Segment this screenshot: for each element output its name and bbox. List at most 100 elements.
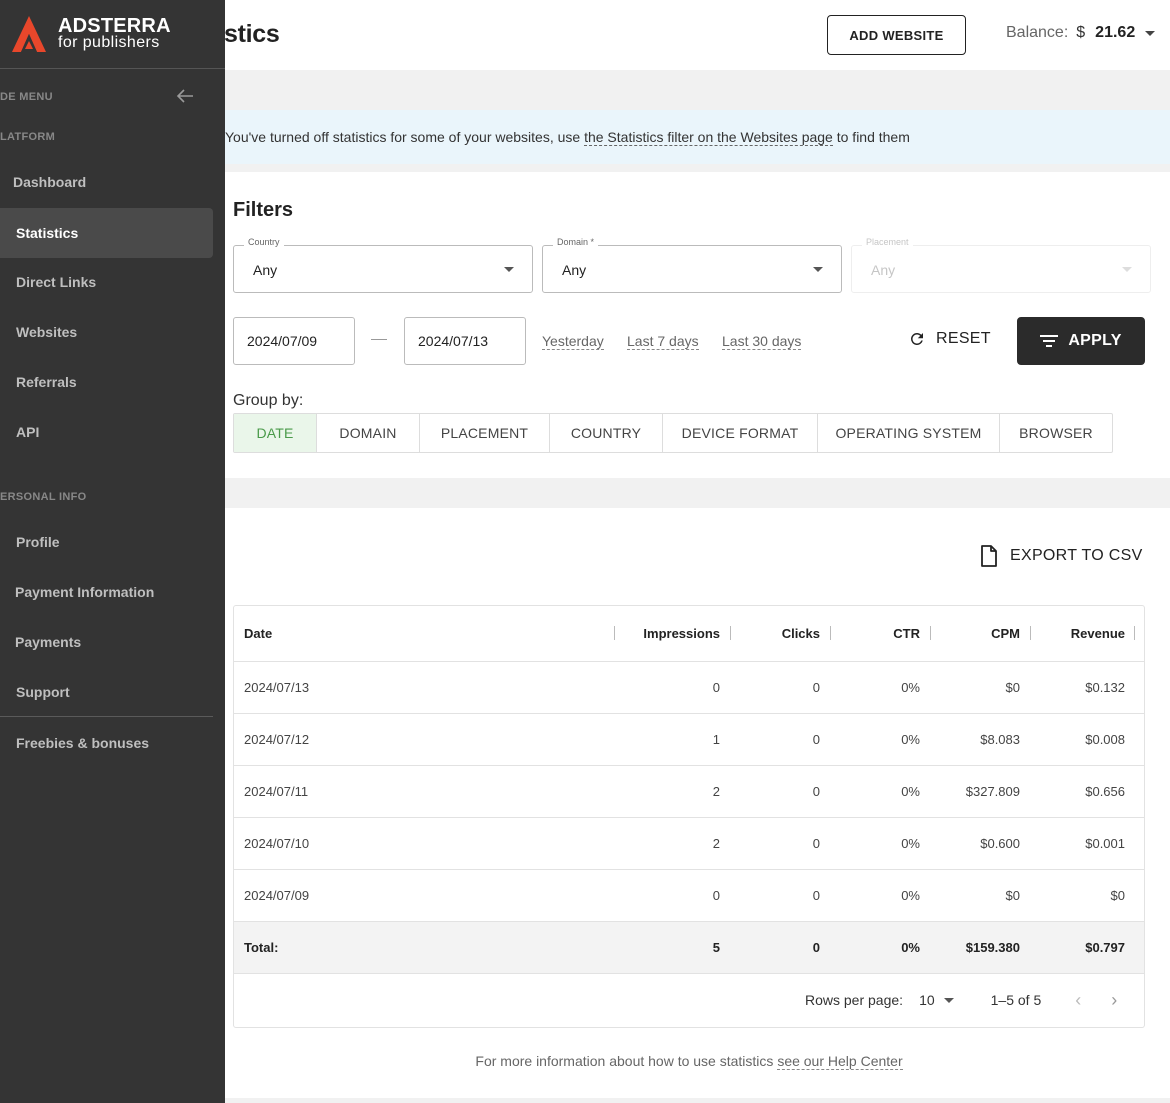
group-browser[interactable]: BROWSER <box>1000 414 1112 452</box>
column-impressions[interactable]: Impressions <box>615 626 731 641</box>
pagination-range: 1–5 of 5 <box>990 992 1042 1008</box>
dropdown-arrow-icon <box>1122 267 1132 272</box>
apply-label: APPLY <box>1068 332 1122 349</box>
domain-value: Any <box>562 262 587 278</box>
placement-label: Placement <box>862 237 913 247</box>
column-revenue[interactable]: Revenue <box>1030 626 1135 641</box>
cell-cpm: $0.600 <box>980 836 1020 851</box>
balance-amount: 21.62 <box>1095 24 1136 41</box>
date-to-input[interactable]: 2024/07/13 <box>404 317 526 365</box>
arrow-left-icon[interactable] <box>176 86 194 106</box>
rows-per-page-label: Rows per page: <box>805 992 904 1008</box>
cell-ctr: 0% <box>901 784 920 799</box>
sidebar-item-profile[interactable]: Profile <box>0 517 213 567</box>
group-domain[interactable]: DOMAIN <box>317 414 420 452</box>
group-placement[interactable]: PLACEMENT <box>420 414 550 452</box>
sidebar-item-api[interactable]: API <box>0 407 213 457</box>
cell-impressions: 2 <box>712 836 720 851</box>
divider <box>0 68 225 69</box>
sidebar: ADSTERRA for publishers DE MENU LATFORM … <box>0 0 225 1103</box>
notice-text: You've turned off statistics for some of… <box>225 129 585 145</box>
domain-label: Domain * <box>553 237 599 247</box>
export-csv-button[interactable]: EXPORT TO CSV <box>980 545 1143 567</box>
statistics-notice: You've turned off statistics for some of… <box>224 110 1170 164</box>
chevron-left-icon[interactable]: ‹ <box>1075 990 1081 1011</box>
help-text: For more information about how to use st… <box>224 1053 1154 1070</box>
table-total-row: Total: 5 0 0% $159.380 $0.797 <box>234 922 1144 974</box>
cell-impressions: 2 <box>712 784 720 799</box>
quick-last-7-days[interactable]: Last 7 days <box>627 333 699 350</box>
column-date[interactable]: Date <box>234 626 615 641</box>
filters-title: Filters <box>233 199 294 221</box>
sidebar-item-payments[interactable]: Payments <box>0 617 213 667</box>
group-country[interactable]: COUNTRY <box>550 414 663 452</box>
table-row: 2024/07/09 0 0 0% $0 $0 <box>234 870 1144 922</box>
cell-cpm: $0 <box>1005 680 1020 695</box>
cell-clicks: 0 <box>812 732 820 747</box>
help-center-link[interactable]: see our Help Center <box>777 1053 903 1070</box>
side-menu-label: DE MENU <box>0 91 53 103</box>
sidebar-item-dashboard[interactable]: Dashboard <box>0 157 213 207</box>
sidebar-item-support[interactable]: Support <box>0 667 213 717</box>
notice-link[interactable]: the Statistics filter on the Websites pa… <box>584 129 833 146</box>
chevron-down-icon[interactable] <box>1145 30 1156 36</box>
country-select[interactable]: Country Any <box>233 237 533 293</box>
sidebar-item-payment-information[interactable]: Payment Information <box>0 567 213 617</box>
chevron-right-icon[interactable]: › <box>1111 990 1117 1011</box>
rows-per-page-value: 10 <box>919 992 935 1008</box>
reset-button[interactable]: RESET <box>908 330 991 348</box>
cell-clicks: 0 <box>812 784 820 799</box>
cell-revenue: $0.008 <box>1085 732 1125 747</box>
cell-ctr: 0% <box>901 732 920 747</box>
personal-info-section-label: ERSONAL INFO <box>0 491 87 503</box>
quick-last-30-days[interactable]: Last 30 days <box>722 333 802 350</box>
sidebar-item-referrals[interactable]: Referrals <box>0 357 213 407</box>
brand-subtitle: for publishers <box>58 34 160 51</box>
statistics-table: Date Impressions Clicks CTR CPM Revenue … <box>233 605 1145 1028</box>
cell-cpm: $0 <box>1005 888 1020 903</box>
add-website-button[interactable]: ADD WEBSITE <box>827 15 966 55</box>
column-ctr[interactable]: CTR <box>830 626 931 641</box>
apply-button[interactable]: APPLY <box>1017 317 1145 365</box>
help-text-before: For more information about how to use st… <box>475 1053 778 1069</box>
dropdown-arrow-icon <box>504 267 514 272</box>
cell-impressions: 0 <box>712 680 720 695</box>
cell-cpm: $327.809 <box>965 784 1020 799</box>
group-by-toggle: DATE DOMAIN PLACEMENT COUNTRY DEVICE FOR… <box>233 413 1113 453</box>
sidebar-item-direct-links[interactable]: Direct Links <box>0 257 213 307</box>
reset-label: RESET <box>936 330 991 347</box>
sidebar-item-websites[interactable]: Websites <box>0 307 213 357</box>
quick-yesterday[interactable]: Yesterday <box>542 333 604 350</box>
filters-card: Filters Country Any Domain * Any Placeme… <box>224 172 1170 478</box>
placement-select: Placement Any <box>851 237 1151 293</box>
file-icon <box>981 545 997 567</box>
country-label: Country <box>244 237 284 247</box>
sidebar-item-statistics[interactable]: Statistics <box>0 208 213 258</box>
logo[interactable]: ADSTERRA for publishers <box>11 14 211 54</box>
cell-revenue: $0.001 <box>1085 836 1125 851</box>
group-date[interactable]: DATE <box>234 414 317 452</box>
table-row: 2024/07/12 1 0 0% $8.083 $0.008 <box>234 714 1144 766</box>
divider <box>0 716 213 717</box>
notice-text-after: to find them <box>832 129 910 145</box>
refresh-icon <box>910 333 923 345</box>
group-operating-system[interactable]: OPERATING SYSTEM <box>818 414 1000 452</box>
domain-select[interactable]: Domain * Any <box>542 237 842 293</box>
group-by-label: Group by: <box>233 392 304 409</box>
sidebar-item-freebies[interactable]: Freebies & bonuses <box>0 718 213 768</box>
total-cpm: $159.380 <box>965 940 1020 955</box>
filter-icon <box>1040 335 1059 347</box>
cell-ctr: 0% <box>901 680 920 695</box>
cell-impressions: 1 <box>712 732 720 747</box>
balance[interactable]: Balance: $ 21.62 <box>1006 24 1156 42</box>
dropdown-arrow-icon <box>813 267 823 272</box>
column-cpm[interactable]: CPM <box>930 626 1031 641</box>
cell-cpm: $8.083 <box>980 732 1020 747</box>
group-device-format[interactable]: DEVICE FORMAT <box>663 414 818 452</box>
table-header: Date Impressions Clicks CTR CPM Revenue <box>234 606 1144 662</box>
rows-per-page-select[interactable]: 10 <box>919 992 954 1008</box>
total-ctr: 0% <box>901 940 920 955</box>
date-from-input[interactable]: 2024/07/09 <box>233 317 355 365</box>
table-row: 2024/07/13 0 0 0% $0 $0.132 <box>234 662 1144 714</box>
column-clicks[interactable]: Clicks <box>730 626 831 641</box>
